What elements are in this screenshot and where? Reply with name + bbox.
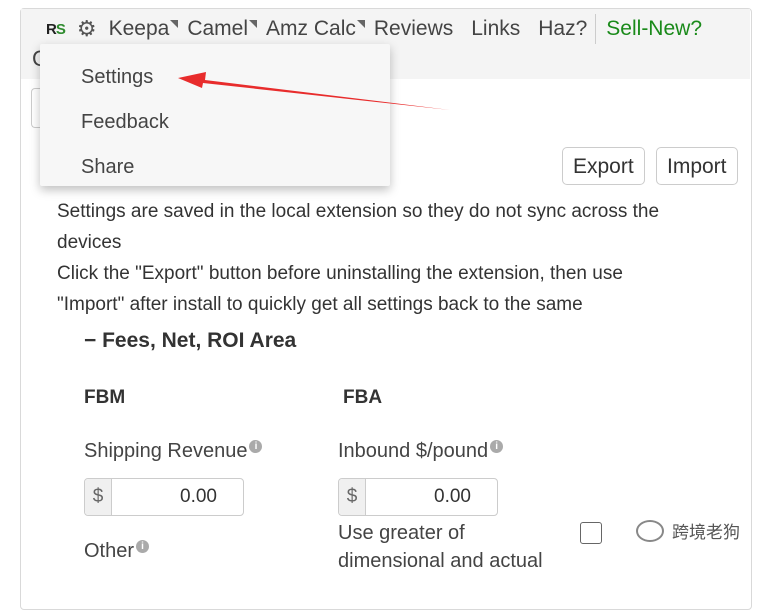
section-toggle-fees[interactable]: − Fees, Net, ROI Area bbox=[84, 329, 296, 353]
logo-r: R bbox=[46, 20, 57, 38]
other-label: Other i bbox=[84, 540, 150, 563]
export-button[interactable]: Export bbox=[562, 147, 645, 185]
info-icon[interactable]: i bbox=[136, 540, 150, 554]
use-greater-checkbox[interactable] bbox=[580, 522, 602, 544]
shipping-revenue-input[interactable]: 0.00 bbox=[112, 479, 243, 515]
nav-reviews[interactable]: Reviews bbox=[374, 17, 453, 41]
inbound-input[interactable]: 0.00 bbox=[366, 479, 497, 515]
wechat-icon bbox=[636, 519, 664, 542]
fba-heading: FBA bbox=[343, 387, 383, 408]
menu-item-settings[interactable]: Settings bbox=[81, 66, 153, 89]
settings-dropdown-menu: Settings Feedback Share bbox=[40, 44, 390, 186]
menu-item-share[interactable]: Share bbox=[81, 156, 134, 179]
nav-divider bbox=[595, 14, 597, 44]
import-button[interactable]: Import bbox=[656, 147, 738, 185]
shipping-revenue-label: Shipping Revenue i bbox=[84, 440, 263, 463]
nav-sell-new[interactable]: Sell-New? bbox=[606, 17, 702, 41]
inbound-text: Inbound $/pound bbox=[338, 440, 489, 462]
menu-item-feedback[interactable]: Feedback bbox=[81, 111, 169, 134]
watermark: 跨境老狗 bbox=[636, 518, 740, 543]
rs-logo[interactable]: RS bbox=[46, 20, 66, 38]
shipping-revenue-input-group: $ 0.00 bbox=[84, 478, 244, 516]
nav-haz[interactable]: Haz? bbox=[538, 17, 587, 41]
inbound-input-group: $ 0.00 bbox=[338, 478, 498, 516]
watermark-text: 跨境老狗 bbox=[672, 523, 740, 542]
use-greater-label-2: dimensional and actual bbox=[338, 550, 543, 572]
top-nav: RS ⚙ Keepa Camel Amz Calc Reviews Links … bbox=[46, 14, 720, 44]
notice-line-1: Settings are saved in the local extensio… bbox=[57, 201, 660, 222]
notice-line-2: devices bbox=[57, 232, 122, 253]
nav-keepa[interactable]: Keepa bbox=[109, 17, 179, 41]
nav-camel[interactable]: Camel bbox=[187, 17, 257, 41]
nav-amz-calc[interactable]: Amz Calc bbox=[266, 17, 365, 41]
logo-s: S bbox=[55, 20, 66, 38]
currency-addon: $ bbox=[339, 479, 366, 515]
inbound-label: Inbound $/pound i bbox=[338, 440, 504, 463]
notice-line-4: "Import" after install to quickly get al… bbox=[57, 294, 583, 315]
fbm-heading: FBM bbox=[84, 387, 126, 408]
notice-line-3: Click the "Export" button before uninsta… bbox=[57, 263, 623, 284]
other-text: Other bbox=[84, 540, 135, 562]
info-icon[interactable]: i bbox=[490, 440, 504, 454]
currency-addon: $ bbox=[85, 479, 112, 515]
info-icon[interactable]: i bbox=[249, 440, 263, 454]
gear-icon[interactable]: ⚙ bbox=[77, 16, 97, 42]
use-greater-label-1: Use greater of bbox=[338, 522, 465, 544]
shipping-revenue-text: Shipping Revenue bbox=[84, 440, 248, 462]
nav-links[interactable]: Links bbox=[471, 17, 520, 41]
